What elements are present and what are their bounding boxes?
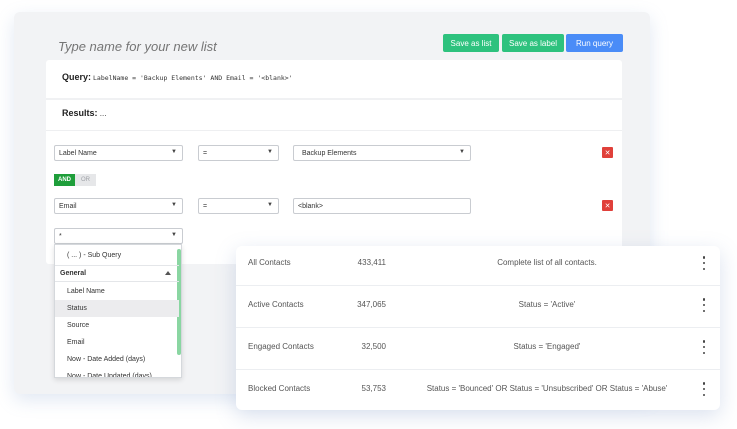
list-name: Active Contacts: [248, 300, 304, 309]
list-description: Complete list of all contacts.: [497, 258, 597, 267]
condition-operator-select[interactable]: = ▼: [198, 145, 279, 161]
condition-value-select[interactable]: Backup Elements ▼: [293, 145, 471, 161]
more-options-icon[interactable]: [702, 256, 706, 270]
condition-operator-value: =: [203, 202, 208, 210]
query-text: LabelName = 'Backup Elements' AND Email …: [93, 74, 293, 82]
condition-operator-value: =: [203, 149, 208, 157]
list-name-input[interactable]: [58, 37, 428, 55]
field-dropdown: ( ... ) - Sub Query General Label Name S…: [54, 244, 182, 378]
dropdown-option[interactable]: Email: [67, 334, 179, 351]
condition-value-input[interactable]: <blank>: [293, 198, 471, 214]
new-field-value: *: [59, 232, 62, 240]
results-value: ...: [99, 109, 107, 118]
new-field-select[interactable]: * ▼: [54, 228, 183, 244]
list-item[interactable]: Engaged Contacts 32,500 Status = 'Engage…: [236, 328, 720, 369]
list-description: Status = 'Active': [518, 300, 576, 309]
dropdown-option[interactable]: Status: [55, 300, 179, 317]
condition-field-value: Email: [59, 202, 77, 210]
list-count: 53,753: [361, 384, 386, 393]
list-name: Engaged Contacts: [248, 342, 314, 351]
and-toggle[interactable]: AND: [54, 174, 75, 186]
chevron-down-icon: ▼: [171, 149, 177, 155]
divider: [46, 98, 622, 100]
list-description: Status = 'Bounced' OR Status = 'Unsubscr…: [426, 384, 668, 393]
delete-condition-button[interactable]: ✕: [602, 200, 613, 211]
list-item[interactable]: All Contacts 433,411 Complete list of al…: [236, 244, 720, 285]
query-line: Query: LabelName = 'Backup Elements' AND …: [62, 72, 293, 82]
list-item[interactable]: Blocked Contacts 53,753 Status = 'Bounce…: [236, 370, 720, 411]
run-query-button[interactable]: Run query: [566, 34, 623, 52]
logic-toggle: AND OR: [54, 174, 96, 186]
more-options-icon[interactable]: [702, 382, 706, 396]
condition-field-select[interactable]: Email ▼: [54, 198, 183, 214]
or-toggle[interactable]: OR: [75, 174, 96, 186]
collapse-icon: [165, 271, 171, 275]
query-label: Query:: [62, 72, 92, 82]
dropdown-group-general[interactable]: General: [55, 265, 179, 282]
more-options-icon[interactable]: [702, 340, 706, 354]
chevron-down-icon: ▼: [267, 202, 273, 208]
dropdown-option[interactable]: Now - Date Added (days): [67, 351, 179, 368]
condition-field-select[interactable]: Label Name ▼: [54, 145, 183, 161]
list-count: 32,500: [361, 342, 386, 351]
condition-value-text: Backup Elements: [302, 149, 357, 157]
list-name: Blocked Contacts: [248, 384, 311, 393]
dropdown-group-label: General: [60, 270, 87, 277]
chevron-down-icon: ▼: [171, 232, 177, 238]
dropdown-option[interactable]: Source: [67, 317, 179, 334]
results-line: Results: ...: [62, 108, 106, 118]
list-count: 347,065: [357, 300, 386, 309]
dropdown-subquery-option[interactable]: ( ... ) - Sub Query: [67, 247, 179, 264]
condition-field-value: Label Name: [59, 149, 97, 157]
list-description: Status = 'Engaged': [513, 342, 581, 351]
condition-operator-select[interactable]: = ▼: [198, 198, 279, 214]
list-count: 433,411: [357, 258, 386, 267]
chevron-down-icon: ▼: [267, 149, 273, 155]
results-label: Results:: [62, 108, 98, 118]
condition-value-text: <blank>: [298, 202, 323, 210]
divider: [46, 130, 622, 131]
dropdown-option[interactable]: Now - Date Updated (days): [67, 368, 179, 377]
delete-condition-button[interactable]: ✕: [602, 147, 613, 158]
save-as-list-button[interactable]: Save as list: [443, 34, 499, 52]
dropdown-option[interactable]: Label Name: [67, 283, 179, 300]
list-item[interactable]: Active Contacts 347,065 Status = 'Active…: [236, 286, 720, 327]
chevron-down-icon: ▼: [171, 202, 177, 208]
save-as-label-button[interactable]: Save as label: [502, 34, 564, 52]
list-name: All Contacts: [248, 258, 291, 267]
more-options-icon[interactable]: [702, 298, 706, 312]
chevron-down-icon: ▼: [459, 149, 465, 155]
